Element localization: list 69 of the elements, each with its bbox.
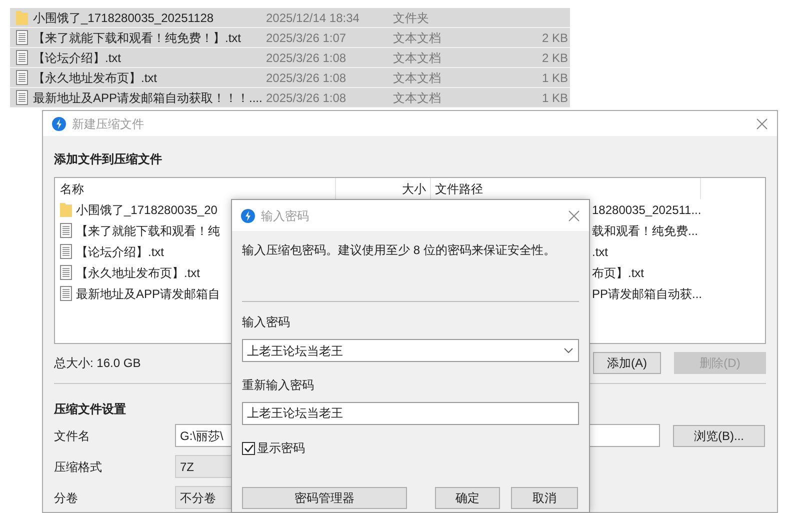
chevron-down-icon [564, 348, 573, 354]
document-icon [60, 244, 72, 259]
document-icon [16, 50, 28, 65]
file-row[interactable]: 【论坛介绍】.txt 2025/3/26 1:08 文本文档 2 KB [10, 48, 570, 68]
file-name: 【永久地址发布页】.txt [33, 70, 158, 86]
list-item-name[interactable]: 【论坛介绍】.txt [76, 242, 164, 260]
list-item-path: 布页】.txt [592, 264, 644, 282]
file-name: 小围饿了_1718280035_20251128 [33, 10, 215, 26]
file-type: 文本文档 [393, 30, 442, 46]
document-icon [16, 30, 28, 45]
app-logo-icon [241, 208, 255, 222]
ok-button[interactable]: 确定 [435, 487, 500, 509]
total-size: 总大小: 16.0 GB [54, 355, 141, 372]
file-date: 2025/3/26 1:07 [266, 30, 348, 46]
list-item-name[interactable]: 【来了就能下载和观看！纯 [76, 222, 220, 240]
dialog-title: 输入密码 [261, 208, 309, 224]
section-heading: 添加文件到压缩文件 [54, 151, 162, 166]
description: 输入压缩包密码。建议使用至少 8 位的密码来保证安全性。 [242, 242, 556, 259]
document-icon [60, 286, 72, 301]
file-name: 最新地址及APP请发邮箱自动获取！！！.... [33, 90, 264, 106]
document-icon [60, 265, 72, 280]
field-label: 输入密码 [242, 314, 290, 331]
file-date: 2025/3/26 1:08 [266, 50, 348, 66]
file-size: 1 KB [542, 70, 568, 86]
file-row[interactable]: 【来了就能下载和观看！纯免费！】.txt 2025/3/26 1:07 文本文档 2 KB [10, 28, 570, 48]
password-combobox[interactable]: 上老王论坛当老王 [242, 339, 579, 362]
close-icon[interactable] [756, 118, 768, 130]
setting-label: 分卷 [54, 490, 79, 506]
cancel-button[interactable]: 取消 [511, 487, 578, 509]
field-label: 重新输入密码 [242, 377, 314, 394]
file-type: 文本文档 [393, 70, 442, 86]
list-item-name[interactable]: 最新地址及APP请发邮箱自 [76, 284, 220, 302]
file-date: 2025/3/26 1:08 [266, 70, 348, 86]
show-password-checkbox[interactable]: 显示密码 [242, 439, 305, 457]
list-item-path: 18280035_202511... [592, 202, 702, 218]
file-type: 文本文档 [393, 90, 442, 106]
setting-label: 文件名 [54, 428, 91, 444]
file-type: 文本文档 [393, 50, 442, 66]
file-size: 2 KB [542, 50, 568, 66]
browse-button[interactable]: 浏览(B)... [673, 424, 765, 446]
password-manager-button[interactable]: 密码管理器 [242, 487, 407, 509]
password-field[interactable]: 上老王论坛当老王 [242, 402, 579, 425]
list-item-path: .txt [592, 244, 608, 260]
add-button[interactable]: 添加(A) [593, 352, 661, 374]
file-date: 2025/3/26 1:08 [266, 90, 348, 106]
window-title: 新建压缩文件 [72, 116, 144, 132]
setting-label: 压缩格式 [54, 458, 103, 476]
list-item-path: PP请发邮箱自动获... [592, 286, 702, 302]
file-row[interactable]: 最新地址及APP请发邮箱自动获取！！！.... 2025/3/26 1:08 文本文档 1 KB [10, 88, 570, 108]
section-heading: 压缩文件设置 [54, 401, 126, 416]
file-row[interactable]: 小围饿了_1718280035_20251128 2025/12/14 18:34 文件夹 [10, 8, 570, 28]
list-item-name[interactable]: 小围饿了_1718280035_20 [76, 200, 218, 218]
folder-icon [16, 10, 28, 25]
file-date: 2025/12/14 18:34 [266, 10, 360, 26]
close-icon[interactable] [568, 210, 580, 222]
check-icon [244, 444, 254, 452]
file-name: 【论坛介绍】.txt [33, 50, 122, 66]
document-icon [16, 70, 28, 85]
file-name: 【来了就能下载和观看！纯免费！】.txt [33, 30, 242, 46]
document-icon [16, 90, 28, 105]
file-type: 文件夹 [393, 10, 430, 26]
list-item-name[interactable]: 【永久地址发布页】.txt [76, 264, 200, 282]
list-item-path: 载和观看！纯免费... [592, 222, 698, 240]
app-logo-icon [52, 116, 66, 130]
file-size: 1 KB [542, 90, 568, 106]
file-row[interactable]: 【永久地址发布页】.txt 2025/3/26 1:08 文本文档 1 KB [10, 68, 570, 88]
file-size: 2 KB [542, 30, 568, 46]
folder-icon [60, 202, 72, 217]
document-icon [60, 223, 72, 238]
